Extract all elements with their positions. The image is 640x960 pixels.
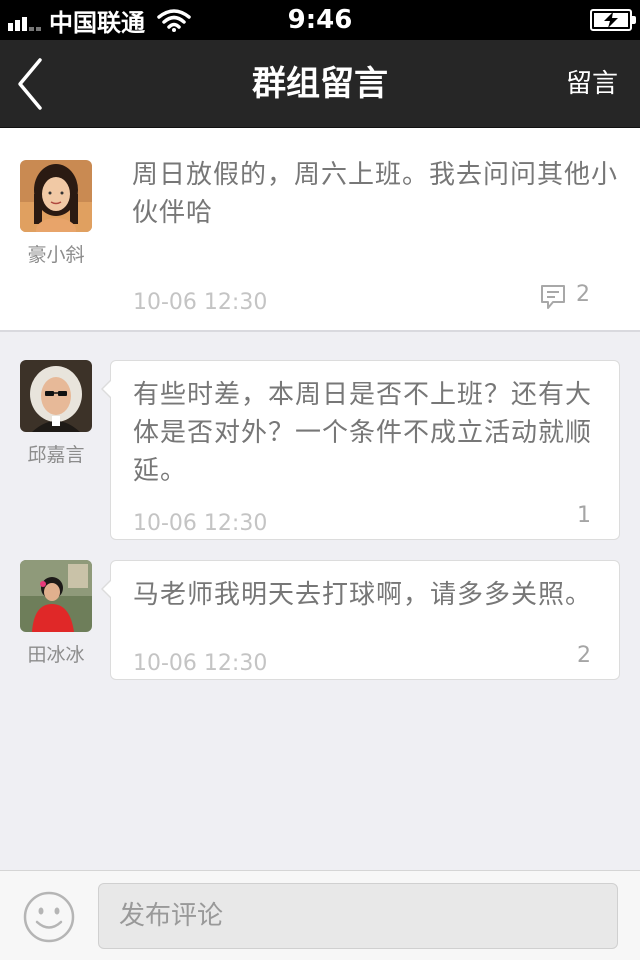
author-name: 豪小斜 (27, 244, 85, 266)
smiley-icon[interactable] (23, 891, 75, 943)
comment-count: 1 (577, 503, 591, 528)
author-name: 田冰冰 (27, 644, 85, 666)
message-text: 有些时差，本周日是否不上班？还有大体是否对外？一个条件不成立活动就顺延。 (133, 380, 593, 486)
message-time: 10-06 12:30 (133, 651, 268, 676)
author-name: 邱嘉言 (27, 444, 85, 466)
comment-count: 2 (576, 282, 590, 307)
avatar[interactable] (20, 560, 92, 632)
comment-icon (541, 285, 565, 309)
leave-message-button[interactable]: 留言 (566, 40, 618, 128)
avatar[interactable] (20, 160, 92, 232)
message-bubble[interactable]: 马老师我明天去打球啊，请多多关照。 10-06 12:30 2 (101, 560, 620, 680)
page-title: 群组留言 (252, 64, 388, 104)
message-time: 10-06 12:30 (133, 290, 268, 315)
battery-charging-icon (590, 9, 636, 31)
status-time: 9:46 (287, 5, 353, 35)
message-time: 10-06 12:30 (133, 511, 268, 536)
comment-composer (0, 870, 640, 960)
message-bubble[interactable]: 有些时差，本周日是否不上班？还有大体是否对外？一个条件不成立活动就顺延。 10-… (101, 360, 620, 540)
message-text: 马老师我明天去打球啊，请多多关照。 (133, 580, 593, 610)
message-text: 周日放假的，周六上班。我去问问其他小伙伴哈 (132, 160, 619, 228)
navigation-bar: 群组留言 留言 (0, 40, 640, 128)
comment-input[interactable] (98, 883, 618, 949)
comment-count: 2 (577, 643, 591, 668)
avatar[interactable] (20, 360, 92, 432)
status-bar: 中国联通 9:46 (0, 0, 640, 40)
message-item[interactable]: 豪小斜 周日放假的，周六上班。我去问问其他小伙伴哈 10-06 12:30 2 (0, 128, 640, 332)
message-feed[interactable]: 豪小斜 周日放假的，周六上班。我去问问其他小伙伴哈 10-06 12:30 2 … (0, 128, 640, 870)
